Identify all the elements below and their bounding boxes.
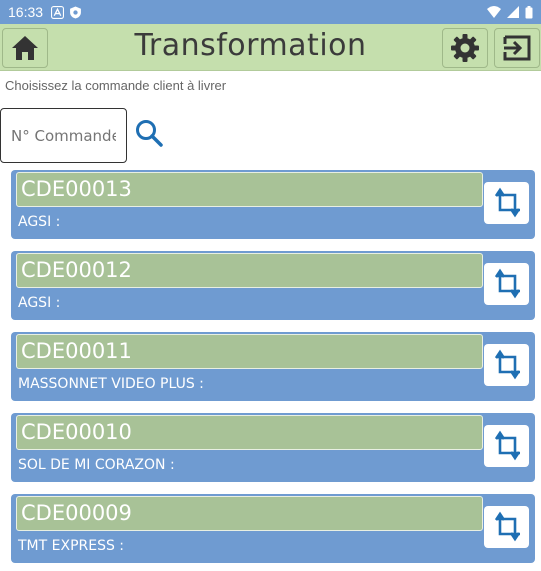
transform-button[interactable] <box>484 344 529 386</box>
order-code: CDE00013 <box>16 172 483 207</box>
order-code: CDE00011 <box>16 334 483 369</box>
transform-button[interactable] <box>484 506 529 548</box>
order-list: CDE00013 AGSI : CDE00012 AGSI : CDE00011 <box>11 170 535 571</box>
settings-button[interactable] <box>442 28 488 68</box>
order-client: AGSI : <box>18 214 61 230</box>
battery-icon <box>525 5 533 18</box>
order-client: AGSI : <box>18 295 61 311</box>
order-client: MASSONNET VIDEO PLUS : <box>18 376 204 392</box>
order-number-input[interactable] <box>0 108 127 163</box>
order-card[interactable]: CDE00013 AGSI : <box>11 170 535 239</box>
transform-button[interactable] <box>484 263 529 305</box>
order-card[interactable]: CDE00009 TMT EXPRESS : <box>11 494 535 563</box>
notification-a-icon <box>51 5 65 19</box>
crop-icon <box>494 187 520 218</box>
order-card[interactable]: CDE00012 AGSI : <box>11 251 535 320</box>
crop-icon <box>494 349 520 380</box>
gear-icon <box>451 34 479 62</box>
order-card[interactable]: CDE00011 MASSONNET VIDEO PLUS : <box>11 332 535 401</box>
order-client: SOL DE MI CORAZON : <box>18 457 175 473</box>
exit-button[interactable] <box>494 28 540 68</box>
crop-icon <box>494 511 520 542</box>
transform-button[interactable] <box>484 182 529 224</box>
shield-icon <box>70 6 81 18</box>
crop-icon <box>494 268 520 299</box>
order-client: TMT EXPRESS : <box>18 538 125 554</box>
app-bar: Transformation <box>0 24 541 71</box>
order-code: CDE00012 <box>16 253 483 288</box>
home-icon <box>12 36 38 60</box>
transform-button[interactable] <box>484 425 529 467</box>
wifi-icon <box>487 6 501 18</box>
order-code: CDE00009 <box>16 496 483 531</box>
home-button[interactable] <box>2 28 48 68</box>
status-time: 16:33 <box>8 4 44 20</box>
crop-icon <box>494 430 520 461</box>
order-card[interactable]: CDE00010 SOL DE MI CORAZON : <box>11 413 535 482</box>
status-bar: 16:33 <box>0 0 541 24</box>
instruction-text: Choisissez la commande client à livrer <box>5 78 227 93</box>
signal-icon <box>507 6 519 18</box>
search-icon <box>136 120 163 147</box>
order-code: CDE00010 <box>16 415 483 450</box>
exit-icon <box>503 35 531 61</box>
search-button[interactable] <box>134 118 166 150</box>
page-title: Transformation <box>134 28 367 63</box>
